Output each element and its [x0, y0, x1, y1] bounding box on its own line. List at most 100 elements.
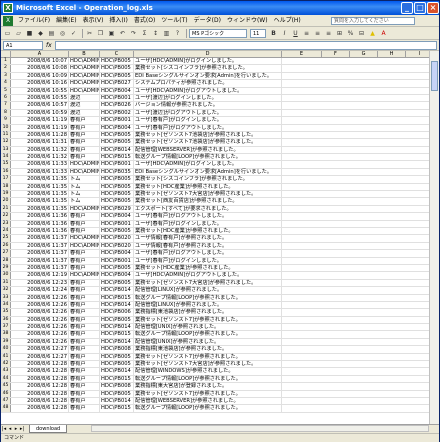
cell[interactable]: HDC\PB015 [100, 294, 134, 301]
cell[interactable]: 配信管理[WINDOWS]が参照されました。 [134, 368, 282, 375]
cell[interactable]: 2008/8/6 12:28 [11, 361, 69, 368]
cell[interactable]: HDC\PB005 [100, 176, 134, 183]
cell[interactable]: 春有戸 [69, 213, 100, 220]
row-header[interactable]: 37 [1, 324, 11, 331]
cell[interactable]: 2008/8/6 11:37 [11, 250, 69, 257]
cell[interactable]: HDC\ADMIN [69, 58, 100, 65]
cell[interactable]: 2008/8/6 11:37 [11, 257, 69, 264]
cell[interactable]: 業務指標[東大宮店]が登録されました。 [134, 383, 282, 390]
cell[interactable]: HDC\PB001 [100, 94, 134, 102]
cell[interactable]: エクスポート[すべて]が要求されました。 [134, 205, 282, 213]
cell[interactable]: HDC\ADMIN [69, 87, 100, 94]
cell[interactable]: 業務セット[ゼソンスト7]が参照されました。 [134, 316, 282, 324]
cell[interactable]: HDC\PB001 [100, 117, 134, 124]
cell[interactable]: EDI Baseシングルサインオン要求[Admin]を行いました。 [134, 72, 282, 80]
sheet-tab-download[interactable]: download [29, 425, 68, 433]
cell[interactable]: 2008/8/6 11:35 [11, 176, 69, 183]
cell[interactable]: HDC\PB005 [100, 390, 134, 397]
cell[interactable]: 2008/8/6 12:26 [11, 294, 69, 301]
row-header[interactable]: 33 [1, 294, 11, 301]
cell[interactable]: 2008/8/6 12:27 [11, 353, 69, 361]
cell[interactable]: 業務セット[HDC産業]が参照されました。 [134, 264, 282, 272]
cell[interactable]: HDC\PB005 [100, 131, 134, 139]
cell[interactable]: 2008/8/6 10:55 [11, 94, 69, 102]
cell[interactable]: HDC\PB005 [100, 316, 134, 324]
menu-file[interactable]: ファイル(F) [15, 15, 53, 27]
name-box[interactable]: A1 [3, 41, 43, 50]
cell[interactable]: ユーザ情報[春有戸]が参照されました。 [134, 242, 282, 250]
align-right-icon[interactable]: ≡ [324, 29, 333, 38]
cell[interactable]: ユーザ[HDC\ADMIN]がログインしました。 [134, 58, 282, 65]
cell[interactable]: HDC\PB005 [100, 72, 134, 80]
row-header[interactable]: 1 [1, 58, 11, 65]
sort-icon[interactable]: ↕ [151, 29, 160, 38]
italic-icon[interactable]: I [280, 29, 289, 38]
row-header[interactable]: 29 [1, 264, 11, 272]
cell[interactable]: HDC\PB006 [100, 309, 134, 316]
print-icon[interactable]: ▤ [47, 29, 56, 38]
cell[interactable]: 業務セット[HDC産業]が参照されました。 [134, 183, 282, 191]
chart-icon[interactable]: ▥ [162, 29, 171, 38]
cell[interactable]: 春有戸 [69, 220, 100, 227]
formula-input[interactable] [55, 41, 437, 50]
cell[interactable]: HDC\PB005 [100, 65, 134, 72]
cell[interactable]: HDC\PB014 [100, 368, 134, 375]
copy-icon[interactable]: ❐ [96, 29, 105, 38]
cell[interactable]: 春有戸 [69, 316, 100, 324]
row-header[interactable]: 31 [1, 279, 11, 287]
row-header[interactable]: 23 [1, 220, 11, 227]
cell[interactable]: 渡辺 [69, 94, 100, 102]
cell[interactable]: 春有戸 [69, 154, 100, 161]
cell[interactable]: 渡辺 [69, 109, 100, 117]
cell[interactable]: 2008/8/6 11:33 [11, 168, 69, 176]
cell[interactable]: HDC\ADMIN [69, 72, 100, 80]
row-header[interactable]: 14 [1, 154, 11, 161]
cell[interactable]: HDC\PB015 [100, 405, 134, 412]
cell[interactable]: 転送グループ情報[LOOP]が参照されました。 [134, 294, 282, 301]
cell[interactable]: バージョン情報が参照されました。 [134, 102, 282, 109]
cell[interactable]: 春有戸 [69, 139, 100, 146]
cell[interactable]: HDC\PB026 [100, 102, 134, 109]
cell[interactable]: 2008/8/6 11:19 [11, 117, 69, 124]
row-header[interactable]: 3 [1, 72, 11, 80]
cell[interactable]: HDC\PB005 [100, 264, 134, 272]
cell[interactable]: 春有戸 [69, 257, 100, 264]
cell[interactable]: 春有戸 [69, 309, 100, 316]
cell[interactable]: 業務指標[東池袋店]が参照されました。 [134, 309, 282, 316]
cell[interactable]: ユーザ[渡辺]がログインしました。 [134, 94, 282, 102]
cell[interactable]: 春有戸 [69, 227, 100, 235]
cell[interactable]: HDC\ADMIN [69, 65, 100, 72]
row-header[interactable]: 25 [1, 235, 11, 242]
row-header[interactable]: 19 [1, 191, 11, 198]
row-header[interactable]: 46 [1, 390, 11, 397]
cell[interactable]: ユーザ[HDC\ADMIN]がログインしました。 [134, 161, 282, 168]
row-header[interactable]: 44 [1, 375, 11, 383]
cell[interactable]: 渡辺 [69, 102, 100, 109]
cell[interactable]: 2008/8/6 12:28 [11, 375, 69, 383]
font-color-icon[interactable]: A [379, 29, 388, 38]
scroll-thumb[interactable] [431, 61, 438, 91]
select-all-corner[interactable] [1, 51, 11, 58]
row-header[interactable]: 6 [1, 94, 11, 102]
redo-icon[interactable]: ↷ [129, 29, 138, 38]
cell[interactable]: HDC\PB015 [100, 375, 134, 383]
cut-icon[interactable]: ✂ [85, 29, 94, 38]
menu-view[interactable]: 表示(V) [80, 15, 107, 27]
column-header-e[interactable]: E [282, 51, 322, 58]
row-header[interactable]: 7 [1, 102, 11, 109]
cell[interactable]: HDC\ADMIN [69, 242, 100, 250]
new-file-icon[interactable]: ▭ [3, 29, 12, 38]
cell[interactable]: HDC\PB027 [100, 80, 134, 87]
cell[interactable]: 2008/8/6 10:16 [11, 80, 69, 87]
cell[interactable]: 業務セット[ゼソンスト7池袋店]が参照されました。 [134, 139, 282, 146]
row-header[interactable]: 2 [1, 65, 11, 72]
row-header[interactable]: 24 [1, 227, 11, 235]
sum-icon[interactable]: Σ [140, 29, 149, 38]
cell[interactable]: HDC\PB004 [100, 213, 134, 220]
cell[interactable]: HDC\PB001 [100, 257, 134, 264]
cell[interactable]: 業務セット[ゼソンスト7池袋店]が参照されました。 [134, 131, 282, 139]
help-icon[interactable]: ? [173, 29, 182, 38]
cell[interactable]: HDC\PB014 [100, 324, 134, 331]
cell[interactable]: ユーザ[春有戸]がログインしました。 [134, 117, 282, 124]
cell[interactable]: 配信管理[UNIX]が参照されました。 [134, 338, 282, 346]
